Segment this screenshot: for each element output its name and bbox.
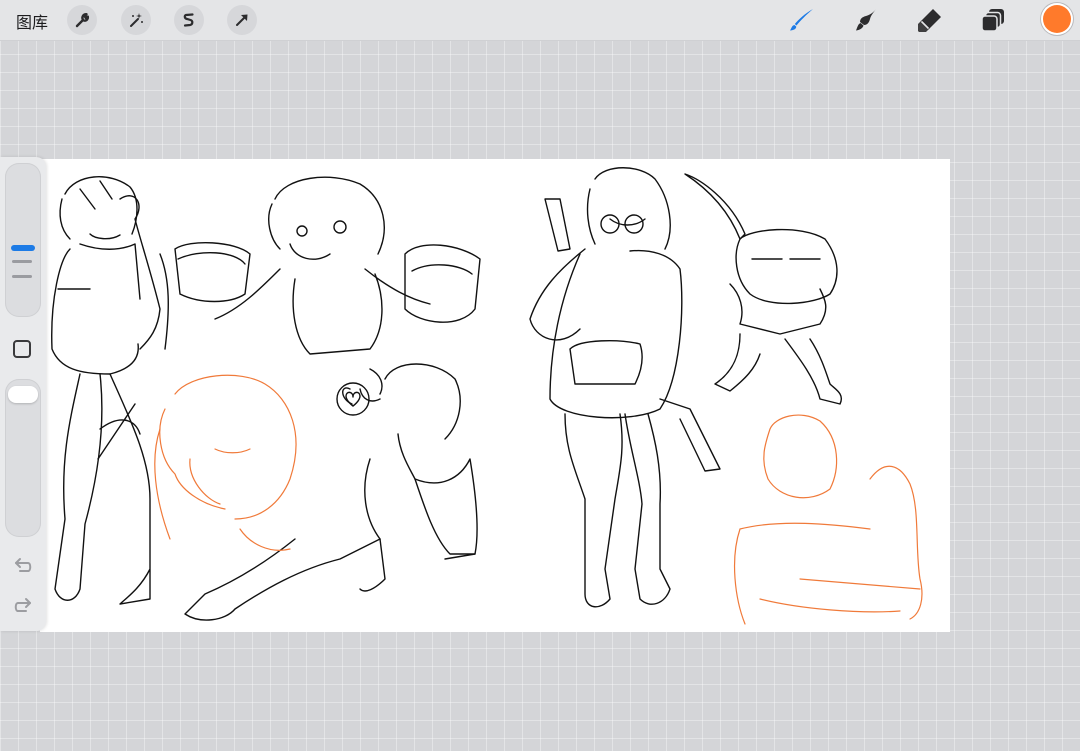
heart-bubble [336, 382, 370, 416]
sketch-girl-sitting [184, 363, 478, 621]
brush-size-slider[interactable] [5, 163, 41, 317]
adjustments-button[interactable] [121, 5, 151, 35]
redo-button[interactable] [12, 594, 34, 616]
layers-button[interactable] [979, 5, 1009, 35]
eraser-icon [918, 9, 941, 32]
brush-icon [790, 9, 813, 31]
undo-button[interactable] [12, 554, 34, 576]
layers-icon [981, 9, 1004, 32]
wrench-icon [75, 13, 90, 28]
selection-s-icon [183, 13, 194, 27]
eyedropper-modify-button[interactable] [13, 340, 31, 358]
transform-arrow-icon [236, 14, 248, 26]
sketch-girl-hoodie [529, 167, 721, 608]
selection-button[interactable] [174, 5, 204, 35]
top-toolbar: 图库 [0, 0, 1080, 41]
sketch-girl-standing [51, 176, 169, 605]
sketch-chibi-sword [684, 173, 842, 405]
brush-opacity-handle[interactable] [8, 386, 38, 403]
smudge-icon [856, 9, 876, 31]
gallery-button[interactable]: 图库 [16, 9, 48, 33]
size-marker [12, 260, 32, 263]
undo-icon [15, 558, 32, 572]
actions-button[interactable] [67, 5, 97, 35]
transform-button[interactable] [227, 5, 257, 35]
size-marker [12, 275, 32, 278]
drawing-canvas[interactable] [40, 159, 950, 632]
smudge-tool-button[interactable] [851, 5, 881, 35]
color-picker-button[interactable] [1043, 5, 1071, 33]
magic-wand-icon [130, 13, 143, 27]
brush-tool-button[interactable] [787, 5, 817, 35]
sketch-artwork [51, 167, 923, 625]
brush-size-handle[interactable] [11, 245, 35, 251]
eraser-tool-button[interactable] [915, 5, 945, 35]
sketch-girl-bowls [174, 176, 481, 355]
orange-sketches [154, 374, 923, 625]
redo-icon [14, 598, 31, 612]
